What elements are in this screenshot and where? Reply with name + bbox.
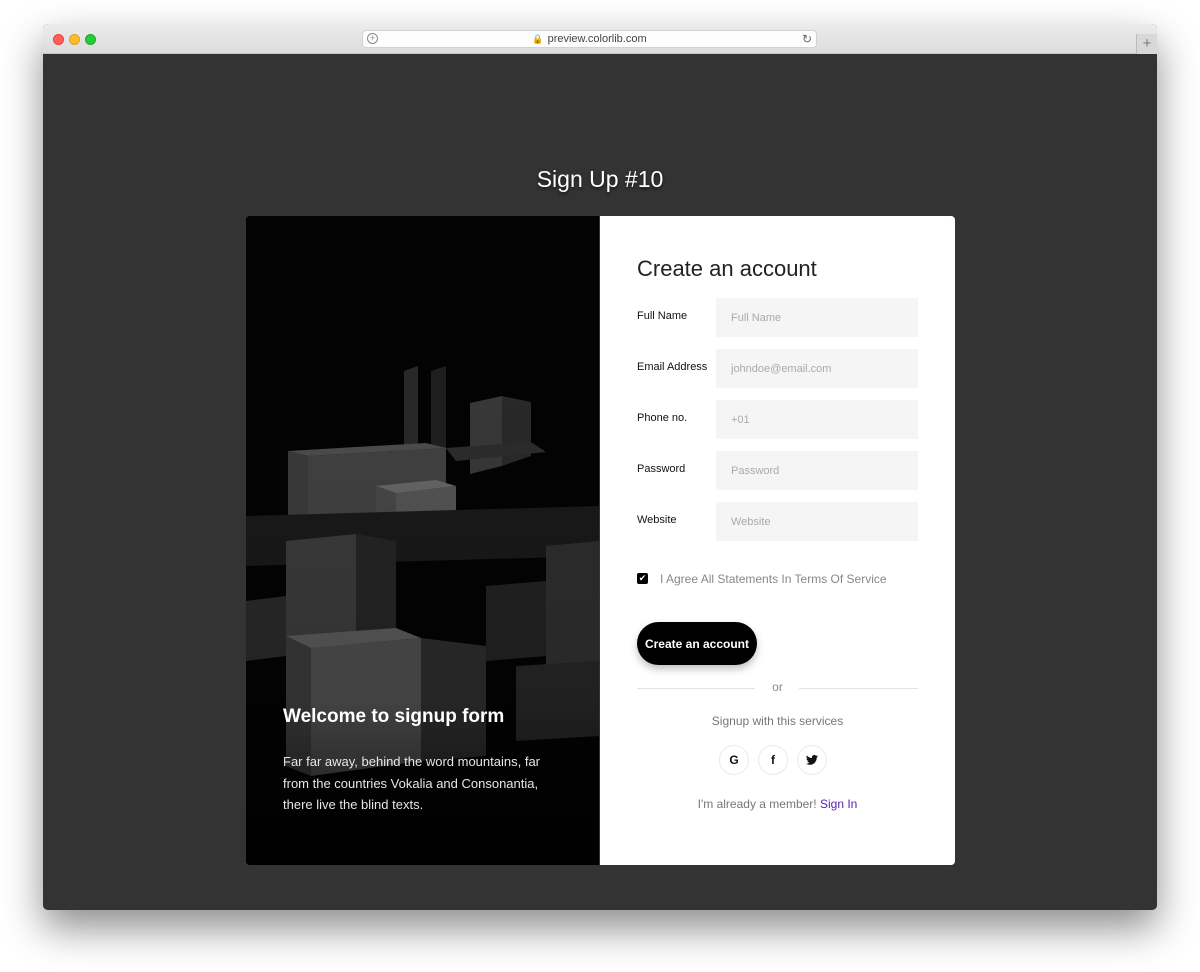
minimize-window-button[interactable] — [69, 34, 80, 45]
twitter-signup-button[interactable] — [797, 745, 827, 775]
signin-prompt: I'm already a member! Sign In — [600, 797, 955, 811]
form-title: Create an account — [637, 256, 817, 281]
facebook-signup-button[interactable]: f — [758, 745, 788, 775]
social-signup-label: Signup with this services — [711, 714, 844, 728]
google-signup-button[interactable]: G — [719, 745, 749, 775]
page-viewport: Sign Up #10 Welcome to signup form Far f… — [43, 54, 1157, 910]
password-label: Password — [637, 463, 686, 475]
phone-label: Phone no. — [637, 412, 688, 424]
password-row: Password — [637, 451, 919, 490]
terms-label[interactable]: I Agree All Statements In Terms Of Servi… — [660, 572, 887, 586]
phone-row: Phone no. — [637, 400, 919, 439]
email-input[interactable] — [716, 349, 918, 388]
hero-panel: Welcome to signup form Far far away, beh… — [246, 216, 599, 865]
page-title: Sign Up #10 — [536, 166, 664, 192]
website-label: Website — [637, 514, 677, 526]
signup-card: Welcome to signup form Far far away, beh… — [246, 216, 955, 865]
create-account-button[interactable]: Create an account — [637, 622, 757, 665]
terms-checkbox[interactable]: ✔ — [637, 573, 648, 584]
facebook-icon: f — [771, 753, 775, 767]
email-row: Email Address — [637, 349, 919, 388]
phone-input[interactable] — [716, 400, 918, 439]
browser-titlebar: + 🔒 preview.colorlib.com ↻ + — [43, 24, 1157, 54]
url-text: preview.colorlib.com — [547, 33, 647, 45]
full-name-row: Full Name — [637, 298, 919, 337]
or-label: or — [772, 680, 783, 694]
full-name-input[interactable] — [716, 298, 918, 337]
hero-heading: Welcome to signup form — [283, 706, 505, 727]
twitter-icon — [806, 755, 818, 765]
browser-window: + 🔒preview.colorlib.com ↻ + Sign Up #10 — [43, 24, 1157, 910]
google-icon: G — [729, 753, 739, 767]
signin-link[interactable]: Sign In — [820, 797, 857, 811]
lock-icon: 🔒 — [532, 34, 544, 44]
new-tab-button[interactable]: + — [1136, 34, 1157, 54]
member-text: I'm already a member! — [697, 797, 817, 811]
reload-icon[interactable]: ↻ — [802, 32, 812, 46]
close-window-button[interactable] — [53, 34, 64, 45]
hero-text: Far far away, behind the word mountains,… — [283, 754, 540, 812]
signup-form: Create an account Full Name Email Addres… — [600, 216, 955, 865]
maximize-window-button[interactable] — [85, 34, 96, 45]
website-row: Website — [637, 502, 919, 541]
website-input[interactable] — [716, 502, 918, 541]
full-name-label: Full Name — [637, 310, 688, 322]
address-bar[interactable]: + 🔒 preview.colorlib.com ↻ — [362, 30, 817, 48]
password-input[interactable] — [716, 451, 918, 490]
email-label: Email Address — [637, 361, 708, 373]
